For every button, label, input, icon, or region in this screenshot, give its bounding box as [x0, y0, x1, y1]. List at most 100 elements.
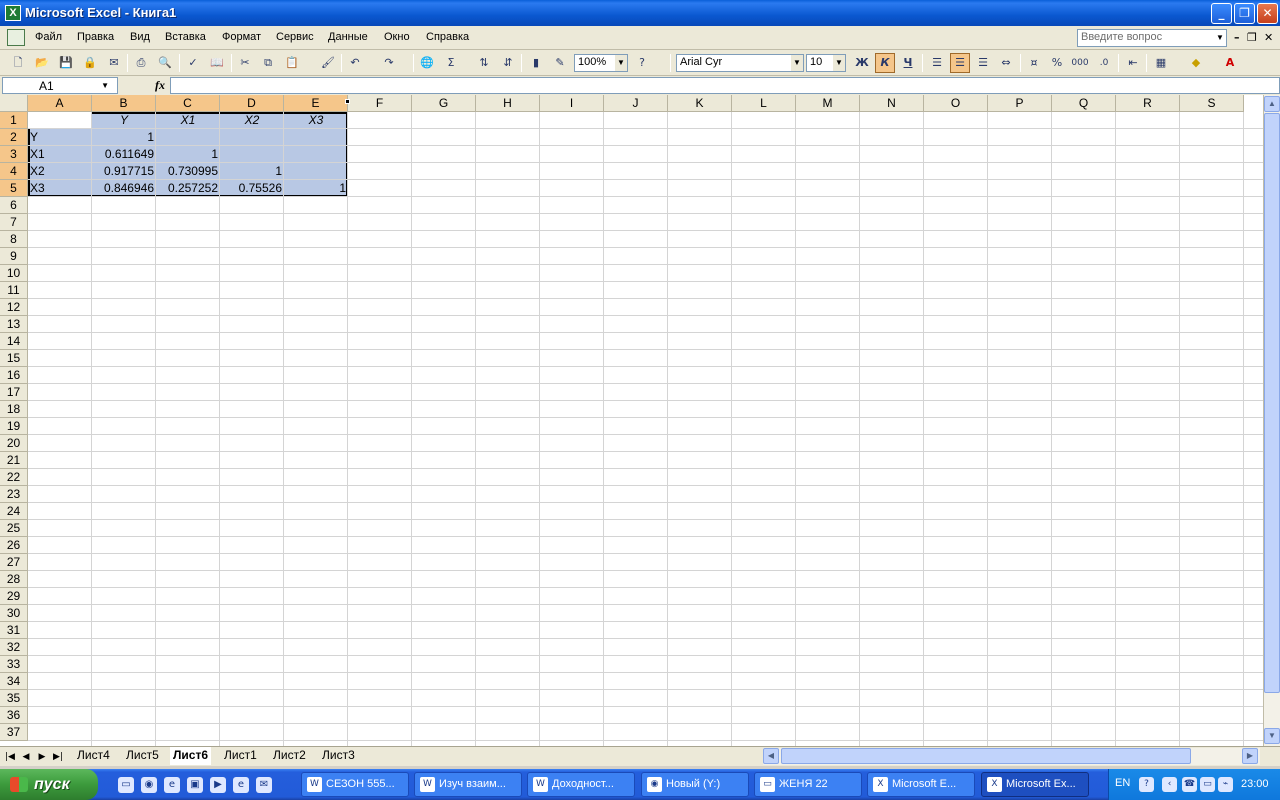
align-left-icon[interactable]: ☰	[927, 53, 947, 73]
undo-icon[interactable]: ↶	[345, 53, 365, 73]
open-icon[interactable]: 📂	[32, 53, 52, 73]
row-header-33[interactable]: 33	[0, 656, 28, 673]
row-header-11[interactable]: 11	[0, 282, 28, 299]
font-color-icon[interactable]: A	[1220, 53, 1240, 73]
cell-b4[interactable]: 0.917715	[92, 163, 156, 180]
cell-c5[interactable]: 0.257252	[156, 180, 220, 197]
close-button[interactable]: ✕	[1257, 3, 1278, 24]
chevron-down-icon[interactable]: ▼	[101, 78, 109, 93]
scroll-left-icon[interactable]: ◀	[763, 748, 779, 764]
cut-icon[interactable]: ✂	[235, 53, 255, 73]
column-header-h[interactable]: H	[476, 95, 540, 112]
cell-d5[interactable]: 0.75526	[220, 180, 284, 197]
media-icon[interactable]: ◉	[141, 777, 157, 793]
align-right-icon[interactable]: ☰	[973, 53, 993, 73]
column-header-o[interactable]: O	[924, 95, 988, 112]
paste-icon[interactable]: 📋	[282, 53, 302, 73]
player-icon[interactable]: ▶	[210, 777, 226, 793]
row-header-4[interactable]: 4	[0, 163, 28, 180]
task-item[interactable]: ▭ ЖЕНЯ 22	[754, 772, 862, 797]
new-icon[interactable]: 🗋	[8, 53, 28, 73]
monitor-icon[interactable]: ▭	[1200, 777, 1215, 792]
row-header-24[interactable]: 24	[0, 503, 28, 520]
last-sheet-icon[interactable]: ▶|	[51, 750, 65, 764]
menu-edit[interactable]: Правка	[77, 31, 114, 43]
row-header-14[interactable]: 14	[0, 333, 28, 350]
column-header-c[interactable]: C	[156, 95, 220, 112]
menu-window[interactable]: Окно	[384, 31, 410, 43]
cell-a2[interactable]: Y	[28, 129, 92, 146]
task-item[interactable]: W Изуч взаим...	[414, 772, 522, 797]
row-header-28[interactable]: 28	[0, 571, 28, 588]
fill-color-icon[interactable]: ◆	[1186, 53, 1206, 73]
hyperlink-icon[interactable]: 🌐	[417, 53, 437, 73]
sheet-tab-list5[interactable]: Лист5	[123, 747, 162, 765]
print-icon[interactable]: ⎙	[131, 53, 151, 73]
start-button[interactable]: пуск	[0, 769, 98, 800]
cell-e5[interactable]: 1	[284, 180, 348, 197]
menu-file[interactable]: Файл	[35, 31, 62, 43]
row-header-17[interactable]: 17	[0, 384, 28, 401]
sheet-tab-list3[interactable]: Лист3	[319, 747, 358, 765]
menu-insert[interactable]: Вставка	[165, 31, 206, 43]
zoom-select[interactable]: 100% ▼	[574, 54, 628, 72]
decrease-indent-icon[interactable]: ⇤	[1123, 53, 1143, 73]
currency-icon[interactable]: ¤	[1024, 53, 1044, 73]
row-header-12[interactable]: 12	[0, 299, 28, 316]
sheet-tab-list1[interactable]: Лист1	[221, 747, 260, 765]
research-icon[interactable]: 📖	[207, 53, 227, 73]
email-icon[interactable]: ✉	[104, 53, 124, 73]
browser-icon[interactable]: e	[164, 777, 180, 793]
menu-help[interactable]: Справка	[426, 31, 469, 43]
chevron-left-icon[interactable]: ‹	[1162, 777, 1177, 792]
column-header-f[interactable]: F	[348, 95, 412, 112]
vertical-scroll-thumb[interactable]	[1264, 113, 1280, 693]
horizontal-scroll-thumb[interactable]	[781, 748, 1191, 764]
align-center-icon[interactable]: ☰	[950, 53, 970, 73]
app-quick-icon[interactable]: ✉	[256, 777, 272, 793]
next-sheet-icon[interactable]: ▶	[35, 750, 49, 764]
column-header-e[interactable]: E	[284, 95, 348, 112]
task-item[interactable]: X Microsoft E...	[867, 772, 975, 797]
row-header-3[interactable]: 3	[0, 146, 28, 163]
task-item[interactable]: ◉ Новый (Y:)	[641, 772, 749, 797]
row-header-15[interactable]: 15	[0, 350, 28, 367]
row-header-6[interactable]: 6	[0, 197, 28, 214]
menu-format[interactable]: Формат	[222, 31, 261, 43]
increase-decimal-icon[interactable]: .0	[1094, 53, 1114, 73]
cell-b2[interactable]: 1	[92, 129, 156, 146]
copy-icon[interactable]: ⧉	[258, 53, 278, 73]
restore-button[interactable]: ❐	[1234, 3, 1255, 24]
row-header-7[interactable]: 7	[0, 214, 28, 231]
column-header-q[interactable]: Q	[1052, 95, 1116, 112]
row-header-21[interactable]: 21	[0, 452, 28, 469]
row-header-22[interactable]: 22	[0, 469, 28, 486]
select-all-corner[interactable]	[0, 95, 28, 112]
autosum-icon[interactable]: Σ	[441, 53, 461, 73]
row-header-36[interactable]: 36	[0, 707, 28, 724]
cell-d4[interactable]: 1	[220, 163, 284, 180]
cell-c1[interactable]: X1	[156, 112, 220, 129]
chevron-down-icon[interactable]: ▼	[1214, 30, 1226, 46]
row-header-31[interactable]: 31	[0, 622, 28, 639]
format-painter-icon[interactable]: 🖌	[318, 53, 338, 73]
chevron-down-icon[interactable]: ▼	[833, 55, 845, 71]
column-header-k[interactable]: K	[668, 95, 732, 112]
cell-a3[interactable]: X1	[28, 146, 92, 163]
column-header-i[interactable]: I	[540, 95, 604, 112]
cell-c4[interactable]: 0.730995	[156, 163, 220, 180]
desktop-icon[interactable]: ▭	[118, 777, 134, 793]
active-cell[interactable]	[28, 112, 92, 129]
column-header-g[interactable]: G	[412, 95, 476, 112]
row-header-13[interactable]: 13	[0, 316, 28, 333]
prev-sheet-icon[interactable]: ◀	[19, 750, 33, 764]
task-item[interactable]: W Доходност...	[527, 772, 635, 797]
menu-view[interactable]: Вид	[130, 31, 150, 43]
cell-c3[interactable]: 1	[156, 146, 220, 163]
sheet-tab-list6[interactable]: Лист6	[170, 747, 212, 765]
column-header-d[interactable]: D	[220, 95, 284, 112]
cell-d1[interactable]: X2	[220, 112, 284, 129]
task-item-active[interactable]: X Microsoft Ex...	[981, 772, 1089, 797]
cell-b5[interactable]: 0.846946	[92, 180, 156, 197]
row-header-20[interactable]: 20	[0, 435, 28, 452]
